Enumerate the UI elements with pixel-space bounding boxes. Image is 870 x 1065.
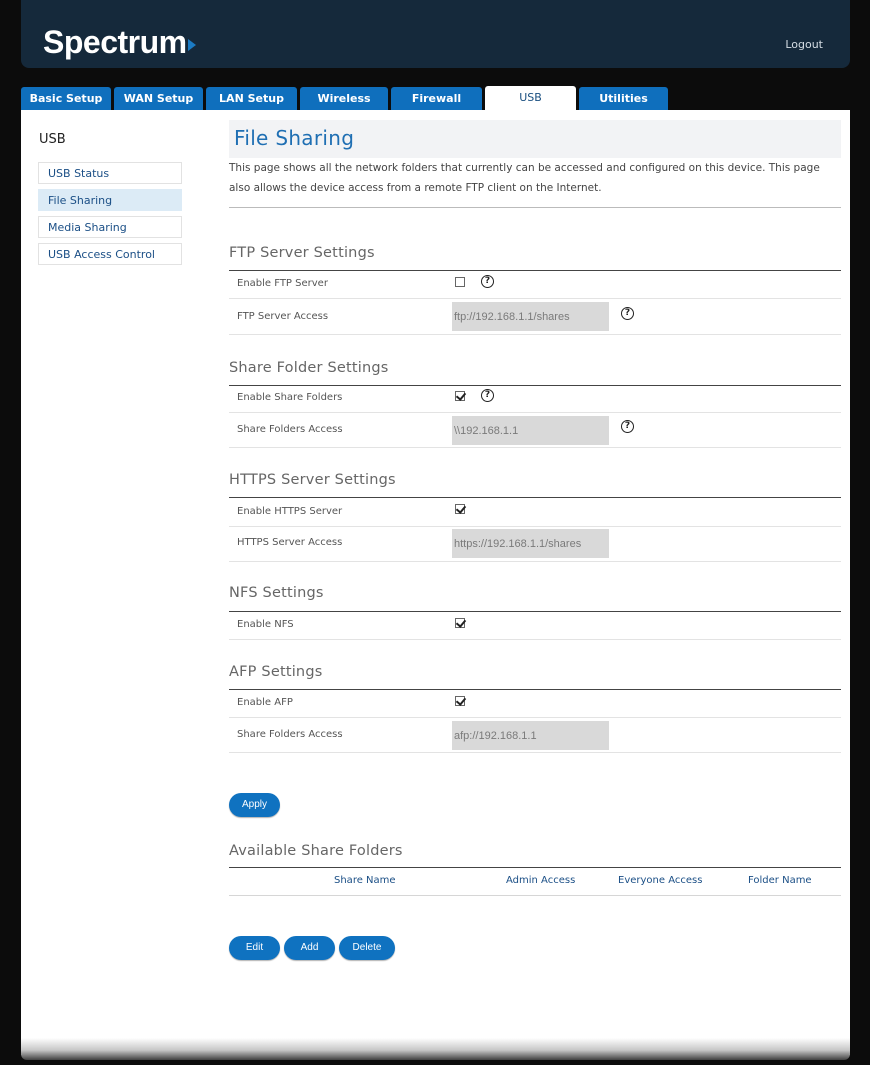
add-button[interactable]: Add xyxy=(284,936,335,960)
tab-utilities[interactable]: Utilities xyxy=(579,87,668,110)
enable-ftp-checkbox[interactable] xyxy=(455,277,465,287)
row-divider xyxy=(229,334,841,335)
divider xyxy=(229,270,841,271)
footer-bar xyxy=(21,1038,850,1060)
sidebar-item-file-sharing[interactable]: File Sharing xyxy=(38,189,182,211)
check-icon xyxy=(455,617,467,628)
check-icon xyxy=(455,390,467,401)
column-header-everyone-access: Everyone Access xyxy=(618,875,703,886)
share-folders-title: Available Share Folders xyxy=(229,843,403,859)
ftp-enable-help-icon[interactable]: ? xyxy=(481,275,494,288)
logout-link[interactable]: Logout xyxy=(785,38,823,51)
tab-basic-setup[interactable]: Basic Setup xyxy=(21,87,111,110)
main-nav-tabs: Basic Setup WAN Setup LAN Setup Wireless… xyxy=(21,86,850,110)
edit-button[interactable]: Edit xyxy=(229,936,280,960)
nfs-section-title: NFS Settings xyxy=(229,585,324,601)
row-divider xyxy=(229,447,841,448)
enable-https-label: Enable HTTPS Server xyxy=(237,506,343,517)
ftp-access-field[interactable] xyxy=(452,302,609,331)
sidebar-item-media-sharing[interactable]: Media Sharing xyxy=(38,216,182,238)
row-divider xyxy=(229,752,841,753)
enable-share-label: Enable Share Folders xyxy=(237,392,343,403)
row-divider xyxy=(229,717,841,718)
https-section-title: HTTPS Server Settings xyxy=(229,472,396,488)
divider xyxy=(229,207,841,208)
share-access-label: Share Folders Access xyxy=(237,424,343,435)
share-access-help-icon[interactable]: ? xyxy=(621,420,634,433)
page-title: File Sharing xyxy=(234,126,355,150)
ftp-section-title: FTP Server Settings xyxy=(229,245,375,261)
top-header: Spectrum Logout xyxy=(21,0,850,68)
row-divider xyxy=(229,526,841,527)
enable-share-checkbox[interactable] xyxy=(455,390,467,401)
share-enable-help-icon[interactable]: ? xyxy=(481,389,494,402)
row-divider xyxy=(229,639,841,640)
sidebar-item-usb-status[interactable]: USB Status xyxy=(38,162,182,184)
apply-button[interactable]: Apply xyxy=(229,793,280,817)
logo-arrow-icon xyxy=(187,39,196,51)
enable-nfs-checkbox[interactable] xyxy=(455,617,467,628)
column-header-folder-name: Folder Name xyxy=(748,875,812,886)
divider xyxy=(229,385,841,386)
spectrum-logo: Spectrum xyxy=(43,24,196,60)
page-description: This page shows all the network folders … xyxy=(229,162,820,194)
delete-button[interactable]: Delete xyxy=(339,936,395,960)
column-header-admin-access: Admin Access xyxy=(506,875,576,886)
divider xyxy=(229,867,841,868)
afp-section-title: AFP Settings xyxy=(229,664,323,680)
enable-https-checkbox[interactable] xyxy=(455,503,467,514)
sidebar-item-usb-access-control[interactable]: USB Access Control xyxy=(38,243,182,265)
tab-usb[interactable]: USB xyxy=(485,86,576,110)
enable-afp-checkbox[interactable] xyxy=(455,695,467,706)
ftp-access-help-icon[interactable]: ? xyxy=(621,307,634,320)
tab-wan-setup[interactable]: WAN Setup xyxy=(114,87,203,110)
https-access-field[interactable] xyxy=(452,529,609,558)
afp-access-field[interactable] xyxy=(452,721,609,750)
content-panel: USB USB Status File Sharing Media Sharin… xyxy=(21,110,850,1055)
divider xyxy=(229,611,841,612)
sidebar-title: USB xyxy=(39,132,66,147)
row-divider xyxy=(229,298,841,299)
enable-nfs-label: Enable NFS xyxy=(237,619,294,630)
https-access-label: HTTPS Server Access xyxy=(237,537,343,548)
enable-ftp-label: Enable FTP Server xyxy=(237,278,328,289)
share-section-title: Share Folder Settings xyxy=(229,360,389,376)
tab-wireless[interactable]: Wireless xyxy=(300,87,388,110)
page-title-box: File Sharing xyxy=(229,120,841,158)
enable-afp-label: Enable AFP xyxy=(237,697,293,708)
check-icon xyxy=(455,503,467,514)
check-icon xyxy=(455,695,467,706)
tab-lan-setup[interactable]: LAN Setup xyxy=(206,87,297,110)
ftp-access-label: FTP Server Access xyxy=(237,311,329,322)
column-header-share-name: Share Name xyxy=(334,875,396,886)
divider xyxy=(229,497,841,498)
divider xyxy=(229,689,841,690)
brand-name: Spectrum xyxy=(43,24,187,60)
tab-firewall[interactable]: Firewall xyxy=(391,87,482,110)
afp-access-label: Share Folders Access xyxy=(237,729,343,740)
table-header-divider xyxy=(229,895,841,896)
share-access-field[interactable] xyxy=(452,416,609,445)
row-divider xyxy=(229,561,841,562)
row-divider xyxy=(229,412,841,413)
